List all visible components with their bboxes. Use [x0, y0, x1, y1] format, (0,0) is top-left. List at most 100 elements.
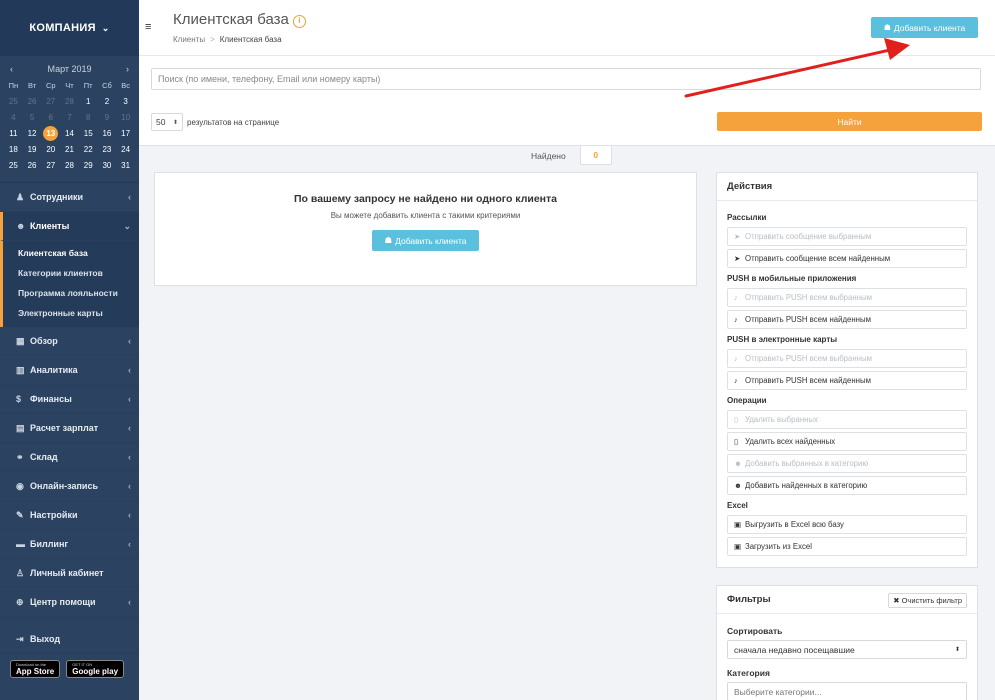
sidebar-item-label: Онлайн-запись [30, 481, 98, 491]
sidebar-item-payroll[interactable]: ▤ Расчет зарплат ‹ [0, 414, 139, 443]
add-found-category-button[interactable]: ☻ Добавить найденных в категорию [727, 476, 967, 495]
submenu-e-cards[interactable]: Электронные карты [3, 303, 139, 323]
calendar-day[interactable]: 20 [41, 142, 60, 158]
find-button[interactable]: Найти [717, 112, 982, 131]
chevron-left-icon: ‹ [128, 510, 131, 520]
company-selector[interactable]: КОМПАНИЯ ⌄ [0, 0, 139, 56]
calendar-day[interactable]: 27 [41, 94, 60, 110]
sidebar-item-finance[interactable]: $ Финансы ‹ [0, 385, 139, 414]
calendar-day[interactable]: 30 [98, 158, 117, 174]
app-store-badge[interactable]: Download on the App Store [10, 660, 61, 678]
calendar-day[interactable]: 22 [79, 142, 98, 158]
bell-icon: ♪ [734, 315, 738, 324]
calendar-day[interactable]: 16 [98, 126, 117, 142]
sidebar-item-billing[interactable]: ▬ Биллинг ‹ [0, 530, 139, 559]
add-client-label: Добавить клиента [893, 22, 966, 33]
store-badges: Download on the App Store GET IT ON Goog… [10, 660, 125, 678]
sidebar-item-label: Сотрудники [30, 192, 84, 202]
globe-icon: ◉ [16, 480, 24, 491]
calendar-day[interactable]: 26 [23, 158, 42, 174]
breadcrumb-current: Клиентская база [219, 35, 282, 44]
calendar-day[interactable]: 25 [4, 94, 23, 110]
calendar-day[interactable]: 21 [60, 142, 79, 158]
chevron-left-icon: ‹ [128, 394, 131, 404]
add-selected-category-button[interactable]: ☻ Добавить выбранных в категорию [727, 454, 967, 473]
clear-filter-button[interactable]: ✖ Очистить фильтр [888, 593, 967, 608]
calendar-day[interactable]: 10 [116, 110, 135, 126]
calendar-day[interactable]: 2 [98, 94, 117, 110]
filters-title: Фильтры [727, 594, 771, 605]
sidebar-item-online-booking[interactable]: ◉ Онлайн-запись ‹ [0, 472, 139, 501]
category-select[interactable]: Выберите категории... [727, 682, 967, 700]
calendar-day[interactable]: 27 [41, 158, 60, 174]
add-client-button-empty[interactable]: ☗ Добавить клиента [372, 230, 479, 251]
sidebar-item-employees[interactable]: ♟ Сотрудники ‹ [0, 183, 139, 212]
prev-month-icon[interactable]: ‹ [10, 64, 13, 74]
calendar-day[interactable]: 13 [41, 126, 60, 142]
calendar-day[interactable]: 18 [4, 142, 23, 158]
search-input[interactable]: Поиск (по имени, телефону, Email или ном… [151, 68, 981, 90]
sidebar-item-warehouse[interactable]: ⚭ Склад ‹ [0, 443, 139, 472]
submenu-client-categories[interactable]: Категории клиентов [3, 263, 139, 283]
calendar-day[interactable]: 6 [41, 110, 60, 126]
sidebar-item-clients[interactable]: ☻ Клиенты ⌄ [0, 212, 139, 241]
next-month-icon[interactable]: › [126, 64, 129, 74]
calendar-day[interactable]: 8 [79, 110, 98, 126]
google-play-badge[interactable]: GET IT ON Google play [66, 660, 125, 678]
excel-export-button[interactable]: ▣ Выгрузить в Excel всю базу [727, 515, 967, 534]
calendar-day[interactable]: 5 [23, 110, 42, 126]
empty-result-card: По вашему запросу не найдено ни одного к… [154, 172, 697, 286]
calendar-day[interactable]: 3 [116, 94, 135, 110]
breadcrumb-root[interactable]: Клиенты [173, 35, 205, 44]
sidebar-item-label: Финансы [30, 394, 72, 404]
sidebar-item-overview[interactable]: ▦ Обзор ‹ [0, 327, 139, 356]
calendar-day[interactable]: 19 [23, 142, 42, 158]
send-message-selected-button[interactable]: ➤ Отправить сообщение выбранным [727, 227, 967, 246]
search-placeholder: Поиск (по имени, телефону, Email или ном… [158, 74, 381, 84]
group-push-cards: PUSH в электронные карты [727, 335, 838, 344]
send-message-found-button[interactable]: ➤ Отправить сообщение всем найденным [727, 249, 967, 268]
submenu-loyalty[interactable]: Программа лояльности [3, 283, 139, 303]
calendar-day[interactable]: 1 [79, 94, 98, 110]
breadcrumb: Клиенты > Клиентская база [173, 35, 282, 44]
sort-select[interactable]: сначала недавно посещавшие ⬍ [727, 640, 967, 659]
menu-toggle-icon[interactable]: ≡ [145, 21, 151, 33]
calendar-day[interactable]: 12 [23, 126, 42, 142]
calendar-day[interactable]: 17 [116, 126, 135, 142]
sidebar-item-logout[interactable]: ⇥ Выход [0, 625, 139, 654]
submenu-client-base[interactable]: Клиентская база [3, 243, 139, 263]
calendar-day[interactable]: 28 [60, 94, 79, 110]
delete-selected-button[interactable]: ▯ Удалить выбранных [727, 410, 967, 429]
found-label: Найдено [531, 150, 566, 161]
calendar-day[interactable]: 29 [79, 158, 98, 174]
calendar-day[interactable]: 11 [4, 126, 23, 142]
push-app-selected-button[interactable]: ♪ Отправить PUSH всем выбранным [727, 288, 967, 307]
calendar-day[interactable]: 24 [116, 142, 135, 158]
sidebar-item-analytics[interactable]: ▥ Аналитика ‹ [0, 356, 139, 385]
button-label: Отправить PUSH всем выбранным [745, 293, 872, 302]
add-client-button[interactable]: ☗ Добавить клиента [871, 17, 978, 38]
calendar-day[interactable]: 14 [60, 126, 79, 142]
delete-found-button[interactable]: ▯ Удалить всех найденных [727, 432, 967, 451]
push-app-found-button[interactable]: ♪ Отправить PUSH всем найденным [727, 310, 967, 329]
excel-import-button[interactable]: ▣ Загрузить из Excel [727, 537, 967, 556]
calendar-day[interactable]: 23 [98, 142, 117, 158]
calendar-day[interactable]: 31 [116, 158, 135, 174]
push-card-found-button[interactable]: ♪ Отправить PUSH всем найденным [727, 371, 967, 390]
calendar-day[interactable]: 15 [79, 126, 98, 142]
calendar-day[interactable]: 7 [60, 110, 79, 126]
calendar-day[interactable]: 25 [4, 158, 23, 174]
info-icon[interactable]: i [292, 15, 306, 28]
updown-icon: ⬍ [954, 647, 960, 653]
calendar-day[interactable]: 4 [4, 110, 23, 126]
calendar-day[interactable]: 9 [98, 110, 117, 126]
sidebar-item-account[interactable]: ♙ Личный кабинет [0, 559, 139, 588]
calendar-day[interactable]: 28 [60, 158, 79, 174]
sidebar-item-help[interactable]: ⊕ Центр помощи ‹ [0, 588, 139, 617]
sidebar-item-settings[interactable]: ✎ Настройки ‹ [0, 501, 139, 530]
per-page-select[interactable]: 50 ⬍ [151, 113, 183, 131]
push-card-selected-button[interactable]: ♪ Отправить PUSH всем выбранным [727, 349, 967, 368]
lifebuoy-icon: ⊕ [16, 596, 24, 607]
calendar-day[interactable]: 26 [23, 94, 42, 110]
button-label: Отправить PUSH всем найденным [745, 376, 871, 385]
